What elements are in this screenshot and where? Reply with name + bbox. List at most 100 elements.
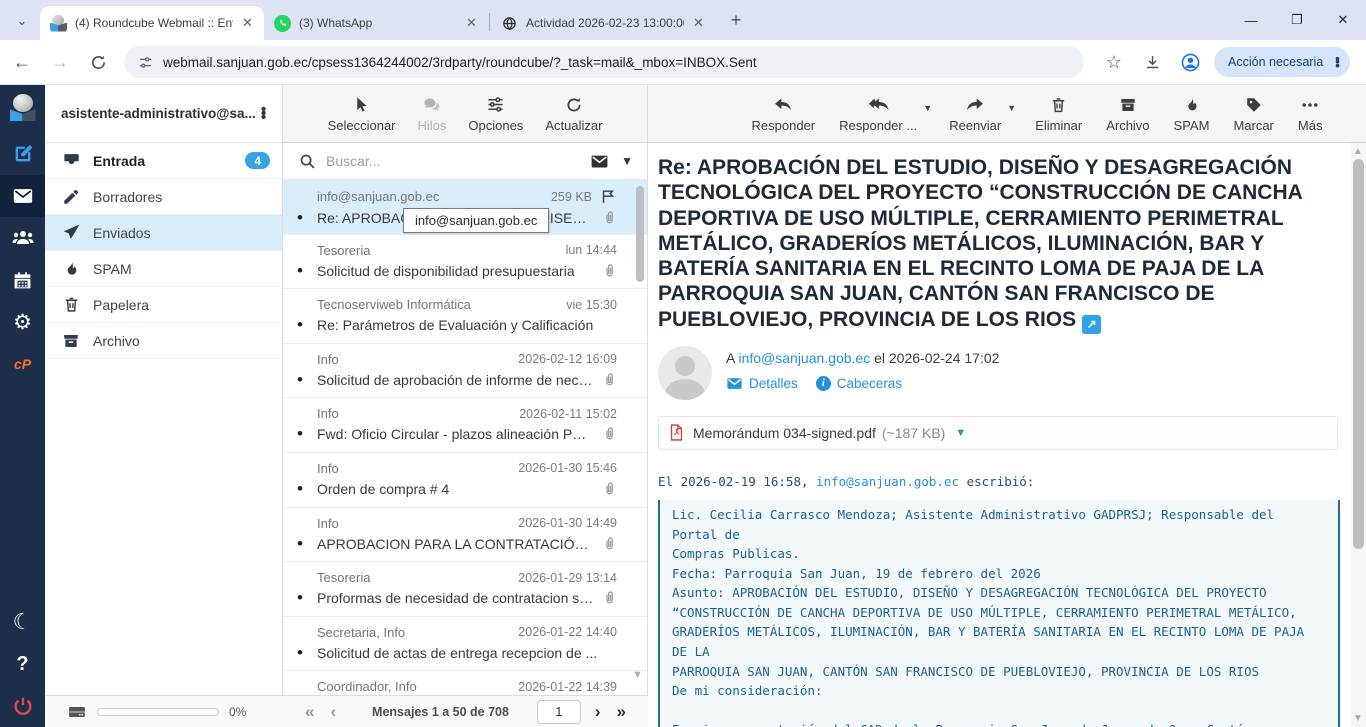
unread-dot[interactable]: • xyxy=(297,375,317,385)
close-button[interactable]: ✕ xyxy=(1320,0,1366,40)
mail-icon[interactable] xyxy=(0,175,45,217)
next-page-button[interactable]: › xyxy=(587,702,609,722)
flag-icon[interactable] xyxy=(600,188,617,205)
address-bar[interactable]: webmail.sanjuan.gob.ec/cpsess1364244002/… xyxy=(124,46,1084,78)
refresh-button[interactable]: Actualizar xyxy=(536,91,611,137)
message-date: 2026-02-12 16:09 xyxy=(518,352,617,366)
search-scope-mail-icon[interactable] xyxy=(590,152,609,171)
unread-dot[interactable]: • xyxy=(297,266,317,276)
account-row[interactable]: asistente-administrativo@sa... ••• xyxy=(45,85,282,143)
message-list-item[interactable]: Info 2026-02-11 15:02 • Fwd: Oficio Circ… xyxy=(283,398,647,453)
forward-dropdown-icon[interactable]: ▼ xyxy=(1007,103,1016,113)
reply-all-dropdown-icon[interactable]: ▼ xyxy=(923,103,932,113)
unread-dot[interactable]: • xyxy=(297,593,317,603)
reload-icon[interactable] xyxy=(82,46,114,78)
threads-button[interactable]: Hilos xyxy=(409,91,456,137)
search-bar[interactable]: Buscar... ▼ xyxy=(283,143,647,180)
search-options-chevron-icon[interactable]: ▼ xyxy=(621,154,633,168)
headers-link[interactable]: i Cabeceras xyxy=(816,376,902,391)
message-list: info@sanjuan.gob.ec 259 KB • Re: APROBAC… xyxy=(283,180,647,695)
forward-button[interactable]: Reenviar xyxy=(940,91,1010,137)
cpanel-icon[interactable]: cP xyxy=(0,343,45,385)
reply-all-button[interactable]: Responder ... xyxy=(830,91,926,137)
action-needed-chip[interactable]: Acción necesaria ••• xyxy=(1214,47,1350,77)
site-settings-icon[interactable] xyxy=(138,55,153,70)
compose-icon[interactable] xyxy=(0,133,45,175)
tab-close-icon[interactable]: ✕ xyxy=(463,15,480,32)
attachment-dropdown-icon[interactable]: ▼ xyxy=(955,427,966,439)
tab-actividad[interactable]: Actividad 2026-02-23 13:00:00 ✕ xyxy=(491,6,715,40)
browser-menu-kebab-icon[interactable]: ••• xyxy=(1331,53,1344,72)
details-link[interactable]: Detalles xyxy=(726,375,798,392)
message-list-item[interactable]: Tesoreria lun 14:44 • Solicitud de dispo… xyxy=(283,235,647,290)
account-menu-kebab-icon[interactable]: ••• xyxy=(255,106,272,122)
tab-close-icon[interactable]: ✕ xyxy=(239,15,256,32)
message-list-item[interactable]: Secretaria, Info 2026-01-22 14:40 • Soli… xyxy=(283,617,647,672)
more-button[interactable]: Más xyxy=(1289,91,1332,137)
open-external-icon[interactable]: ↗ xyxy=(1082,315,1101,334)
tab-whatsapp[interactable]: (3) WhatsApp ✕ xyxy=(264,6,488,40)
scroll-down-icon[interactable]: ▼ xyxy=(1350,713,1366,724)
back-icon[interactable]: ← xyxy=(6,46,38,78)
list-scrollbar-thumb[interactable] xyxy=(636,186,644,282)
select-button[interactable]: Seleccionar xyxy=(319,91,405,137)
mark-button[interactable]: Marcar xyxy=(1224,91,1282,137)
new-tab-button[interactable]: + xyxy=(723,7,749,33)
settings-gear-icon[interactable]: ⚙ xyxy=(0,301,45,343)
url-text[interactable]: webmail.sanjuan.gob.ec/cpsess1364244002/… xyxy=(163,55,757,70)
message-list-item[interactable]: Coordinador, Info 2026-01-22 14:39 • xyxy=(283,671,647,695)
reply-button[interactable]: Responder xyxy=(743,91,825,137)
forward-icon[interactable]: → xyxy=(44,46,76,78)
folder-spam[interactable]: SPAM xyxy=(45,251,282,287)
search-input[interactable]: Buscar... xyxy=(326,153,590,169)
message-list-item[interactable]: Info 2026-01-30 15:46 • Orden de compra … xyxy=(283,453,647,508)
folder-borradores[interactable]: Borradores xyxy=(45,179,282,215)
folder-papelera[interactable]: Papelera xyxy=(45,287,282,323)
unread-dot[interactable]: • xyxy=(297,484,317,494)
minimize-button[interactable]: — xyxy=(1228,0,1274,40)
attachment-icon xyxy=(602,372,617,388)
sender-email-link[interactable]: info@sanjuan.gob.ec xyxy=(816,474,959,489)
dark-mode-moon-icon[interactable]: ☾ xyxy=(0,601,45,643)
message-list-item[interactable]: Tesoreria 2026-01-29 13:14 • Proformas d… xyxy=(283,562,647,617)
unread-dot[interactable]: • xyxy=(297,539,317,549)
attachment-row[interactable]: Memorándum 034-signed.pdf (~187 KB) ▼ xyxy=(658,416,1338,450)
calendar-icon[interactable] xyxy=(0,259,45,301)
logout-power-icon[interactable] xyxy=(0,685,45,727)
mail-scrollbar[interactable]: ▲ ▼ xyxy=(1350,143,1366,727)
first-page-button[interactable]: « xyxy=(297,702,322,722)
tab-list-chevron-icon[interactable]: ⌄ xyxy=(8,7,36,35)
scroll-up-icon[interactable]: ▲ xyxy=(1350,146,1366,157)
unread-dot[interactable]: • xyxy=(297,320,317,330)
archive-button[interactable]: Archivo xyxy=(1097,91,1158,137)
unread-dot[interactable]: • xyxy=(297,648,317,658)
list-scroll-down-icon[interactable]: ▼ xyxy=(632,669,643,681)
help-icon[interactable]: ? xyxy=(0,643,45,685)
message-list-item[interactable]: Tecnoserviweb Informática vie 15:30 • Re… xyxy=(283,289,647,344)
folder-entrada[interactable]: Entrada 4 xyxy=(45,143,282,179)
tab-roundcube[interactable]: (4) Roundcube Webmail :: Envia ✕ xyxy=(40,6,264,40)
message-date: 2026-01-22 14:40 xyxy=(518,625,617,639)
message-list-item[interactable]: Info 2026-01-30 14:49 • APROBACION PARA … xyxy=(283,508,647,563)
mail-scrollbar-thumb[interactable] xyxy=(1353,159,1364,549)
unread-dot[interactable]: • xyxy=(297,213,317,223)
options-button[interactable]: Opciones xyxy=(459,91,532,137)
folder-enviados[interactable]: Enviados xyxy=(45,215,282,251)
folder-archivo[interactable]: Archivo xyxy=(45,323,282,359)
prev-page-button[interactable]: ‹ xyxy=(322,702,344,722)
recipient-email-link[interactable]: info@sanjuan.gob.ec xyxy=(738,350,870,366)
profile-avatar-icon[interactable] xyxy=(1174,46,1206,78)
delete-button[interactable]: Eliminar xyxy=(1026,91,1091,137)
unread-dot[interactable]: • xyxy=(297,429,317,439)
bookmark-star-icon[interactable]: ☆ xyxy=(1098,46,1130,78)
message-list-item[interactable]: Info 2026-02-12 16:09 • Solicitud de apr… xyxy=(283,344,647,399)
tab-close-icon[interactable]: ✕ xyxy=(690,15,707,32)
page-number-input[interactable]: 1 xyxy=(537,700,581,724)
maximize-button[interactable]: ❐ xyxy=(1274,0,1320,40)
downloads-icon[interactable] xyxy=(1136,46,1168,78)
last-page-button[interactable]: » xyxy=(609,702,634,722)
inbox-icon xyxy=(61,151,81,170)
spam-button[interactable]: SPAM xyxy=(1165,91,1219,137)
contacts-icon[interactable] xyxy=(0,217,45,259)
tab-title: (4) Roundcube Webmail :: Envia xyxy=(75,16,233,30)
